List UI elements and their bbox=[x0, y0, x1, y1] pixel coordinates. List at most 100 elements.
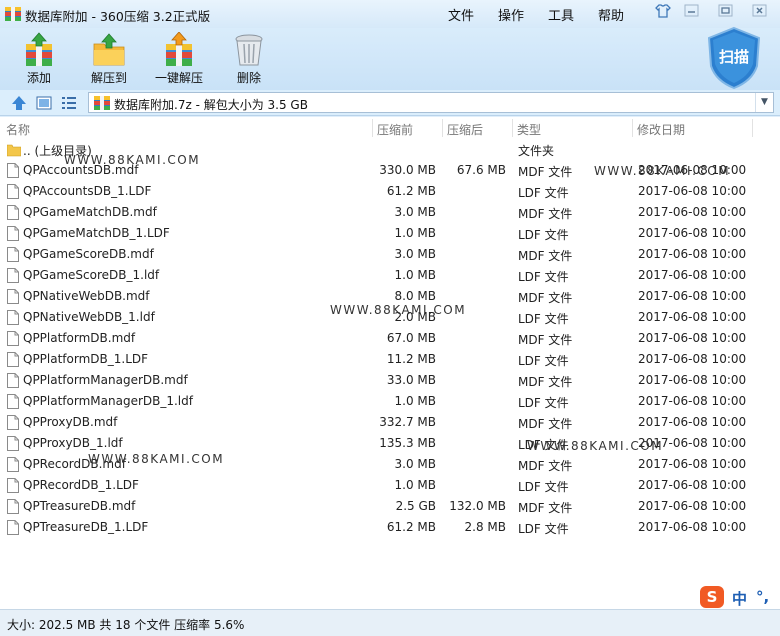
file-icon bbox=[7, 457, 19, 472]
file-name: QPPlatformDB.mdf bbox=[23, 331, 136, 345]
file-type: LDF 文件 bbox=[518, 186, 569, 200]
menu-help[interactable]: 帮助 bbox=[598, 5, 624, 24]
extract-folder-icon bbox=[93, 33, 125, 66]
file-name: QPProxyDB.mdf bbox=[23, 415, 118, 429]
file-name: QPPlatformDB_1.LDF bbox=[23, 352, 149, 366]
menu-file[interactable]: 文件 bbox=[448, 5, 474, 24]
add-button[interactable]: 添加 bbox=[4, 28, 74, 90]
file-size: 330.0 MB bbox=[379, 163, 436, 177]
column-type[interactable]: 类型 bbox=[517, 121, 541, 138]
column-packed[interactable]: 压缩后 bbox=[447, 121, 483, 138]
file-type: LDF 文件 bbox=[518, 228, 569, 242]
file-row[interactable]: QPTreasureDB.mdf 2.5 GB 132.0 MB MDF 文件 2017… bbox=[0, 496, 760, 517]
file-size: 332.7 MB bbox=[379, 415, 436, 429]
file-name: QPProxyDB_1.ldf bbox=[23, 436, 123, 450]
ime-mode[interactable]: 中 bbox=[732, 588, 747, 609]
list-view-icon[interactable] bbox=[60, 94, 78, 112]
file-row[interactable]: QPPlatformDB.mdf 67.0 MB MDF 文件 2017-06-08 … bbox=[0, 328, 760, 349]
file-row[interactable]: QPGameMatchDB.mdf 3.0 MB MDF 文件 2017-06-08 … bbox=[0, 202, 760, 223]
file-type: MDF 文件 bbox=[518, 501, 573, 515]
file-row[interactable]: QPAccountsDB_1.LDF 61.2 MB LDF 文件 2017-06-0… bbox=[0, 181, 760, 202]
file-type: MDF 文件 bbox=[518, 291, 573, 305]
file-row[interactable]: QPTreasureDB_1.LDF 61.2 MB 2.8 MB LDF 文件 201… bbox=[0, 517, 760, 538]
column-size[interactable]: 压缩前 bbox=[377, 121, 413, 138]
file-icon bbox=[7, 289, 19, 304]
file-packed-size: 2.8 MB bbox=[464, 520, 506, 534]
file-size: 1.0 MB bbox=[394, 268, 436, 282]
file-modified: 2017-06-08 10:00 bbox=[638, 499, 747, 513]
column-name[interactable]: 名称 bbox=[6, 121, 30, 138]
file-row[interactable]: QPProxyDB.mdf 332.7 MB MDF 文件 2017-06-08 10… bbox=[0, 412, 760, 433]
folder-icon bbox=[7, 144, 21, 157]
file-name: QPNativeWebDB.mdf bbox=[23, 289, 150, 303]
file-modified: 2017-06-08 10:00 bbox=[638, 415, 747, 429]
file-type: LDF 文件 bbox=[518, 312, 569, 326]
file-icon bbox=[7, 352, 19, 367]
file-modified: 2017-06-08 10:00 bbox=[638, 520, 747, 534]
file-name: QPTreasureDB_1.LDF bbox=[23, 520, 149, 534]
file-icon bbox=[7, 478, 19, 493]
file-row[interactable]: QPPlatformManagerDB.mdf 33.0 MB MDF 文件 2017… bbox=[0, 370, 760, 391]
scan-button[interactable]: 扫描 bbox=[706, 26, 762, 90]
menu-tools[interactable]: 工具 bbox=[548, 5, 574, 24]
status-bar: 大小: 202.5 MB 共 18 个文件 压缩率 5.6% bbox=[0, 609, 780, 636]
column-divider[interactable] bbox=[632, 119, 633, 137]
archive-app-icon bbox=[5, 7, 21, 21]
file-type: MDF 文件 bbox=[518, 417, 573, 431]
file-row[interactable]: QPRecordDB_1.LDF 1.0 MB LDF 文件 2017-06-08 1… bbox=[0, 475, 760, 496]
skin-shirt-icon[interactable] bbox=[655, 4, 671, 18]
file-size: 33.0 MB bbox=[386, 373, 436, 387]
chevron-down-icon[interactable]: ▼ bbox=[755, 93, 773, 112]
file-type: LDF 文件 bbox=[518, 270, 569, 284]
ime-logo: S bbox=[700, 586, 724, 608]
watermark-text: WWW.88KAMI.COM bbox=[88, 452, 225, 466]
minimize-icon[interactable] bbox=[684, 4, 700, 18]
file-modified: 2017-06-08 10:00 bbox=[638, 373, 747, 387]
column-modified[interactable]: 修改日期 bbox=[637, 121, 685, 138]
file-modified: 2017-06-08 10:00 bbox=[638, 247, 747, 261]
maximize-icon[interactable] bbox=[718, 4, 734, 18]
column-divider[interactable] bbox=[512, 119, 513, 137]
watermark-text: WWW.88KAMI.COM bbox=[527, 439, 664, 453]
column-divider[interactable] bbox=[752, 119, 753, 137]
file-type: MDF 文件 bbox=[518, 459, 573, 473]
one-click-extract-button[interactable]: 一键解压 bbox=[144, 28, 214, 90]
file-size: 1.0 MB bbox=[394, 478, 436, 492]
file-row[interactable]: QPPlatformManagerDB_1.ldf 1.0 MB LDF 文件 201… bbox=[0, 391, 760, 412]
file-row[interactable]: QPGameScoreDB_1.ldf 1.0 MB LDF 文件 2017-06-0… bbox=[0, 265, 760, 286]
thumbnail-view-icon[interactable] bbox=[35, 94, 53, 112]
ime-punct[interactable]: °, bbox=[756, 588, 769, 606]
file-icon bbox=[7, 268, 19, 283]
column-divider[interactable] bbox=[372, 119, 373, 137]
file-size: 67.0 MB bbox=[386, 331, 436, 345]
address-row: 数据库附加.7z - 解包大小为 3.5 GB ▼ bbox=[0, 90, 780, 116]
file-row[interactable]: QPGameScoreDB.mdf 3.0 MB MDF 文件 2017-06-08 … bbox=[0, 244, 760, 265]
file-modified: 2017-06-08 10:00 bbox=[638, 478, 747, 492]
file-type: LDF 文件 bbox=[518, 480, 569, 494]
close-icon[interactable] bbox=[752, 4, 768, 18]
extract-to-button[interactable]: 解压到 bbox=[74, 28, 144, 90]
file-row[interactable]: QPPlatformDB_1.LDF 11.2 MB LDF 文件 2017-06-0… bbox=[0, 349, 760, 370]
path-text: 数据库附加.7z - 解包大小为 3.5 GB bbox=[114, 98, 308, 112]
file-icon bbox=[7, 331, 19, 346]
archive-file-icon bbox=[94, 96, 110, 110]
file-icon bbox=[7, 247, 19, 262]
delete-button[interactable]: 删除 bbox=[214, 28, 284, 90]
parent-folder-type: 文件夹 bbox=[518, 144, 555, 158]
file-packed-size: 67.6 MB bbox=[456, 163, 506, 177]
menu-operations[interactable]: 操作 bbox=[498, 5, 524, 24]
file-name: QPGameMatchDB_1.LDF bbox=[23, 226, 170, 240]
path-field[interactable]: 数据库附加.7z - 解包大小为 3.5 GB ▼ bbox=[88, 92, 774, 113]
file-modified: 2017-06-08 10:00 bbox=[638, 457, 747, 471]
file-type: MDF 文件 bbox=[518, 165, 573, 179]
file-icon bbox=[7, 184, 19, 199]
file-row[interactable]: QPGameMatchDB_1.LDF 1.0 MB LDF 文件 2017-06-0… bbox=[0, 223, 760, 244]
title-bar: 数据库附加 - 360压缩 3.2正式版 文件 操作 工具 帮助 bbox=[0, 0, 780, 28]
file-size: 61.2 MB bbox=[386, 184, 436, 198]
ime-toolbar[interactable]: S 中 °, bbox=[700, 586, 778, 610]
file-modified: 2017-06-08 10:00 bbox=[638, 352, 747, 366]
file-type: MDF 文件 bbox=[518, 207, 573, 221]
file-modified: 2017-06-08 10:00 bbox=[638, 310, 747, 324]
up-arrow-icon[interactable] bbox=[10, 94, 28, 112]
column-divider[interactable] bbox=[442, 119, 443, 137]
